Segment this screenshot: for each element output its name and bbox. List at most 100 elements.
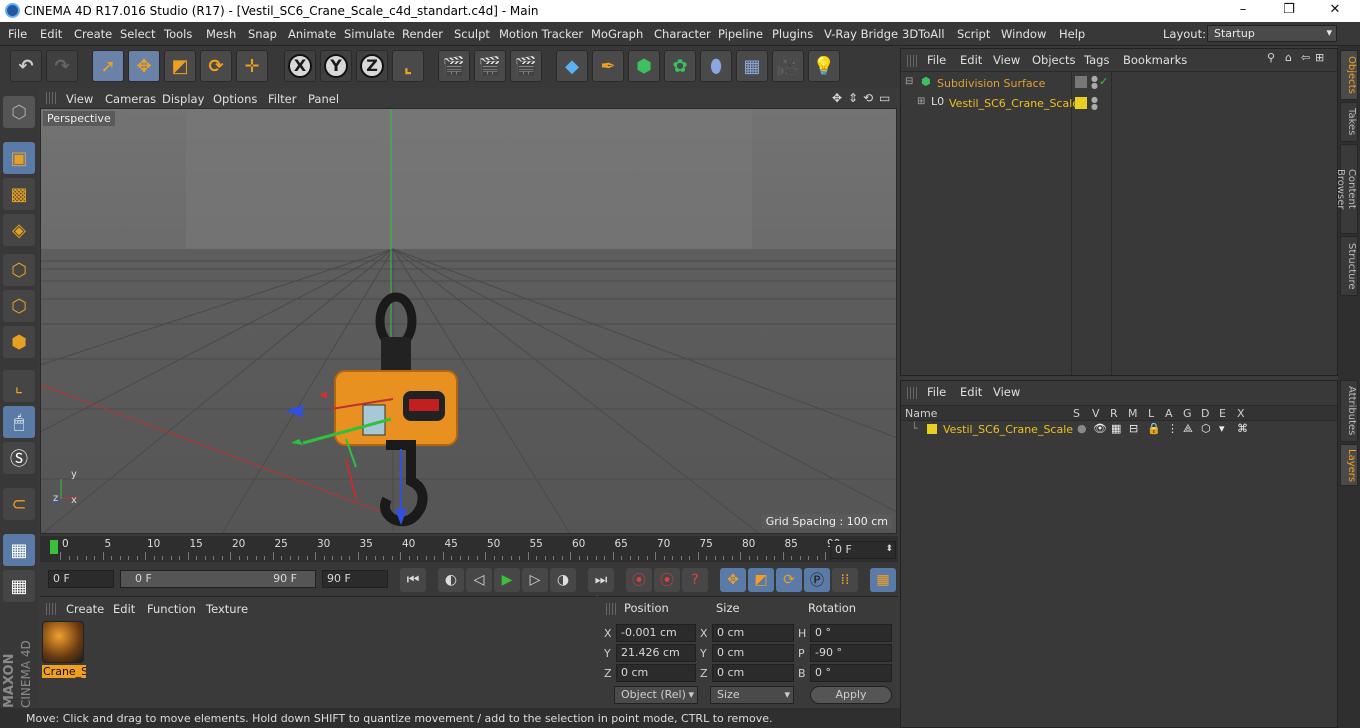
light-icon[interactable]: 💡: [808, 50, 840, 82]
previous-frame-icon[interactable]: ◁: [466, 568, 492, 592]
key-pla-icon[interactable]: ⁞⁞: [832, 568, 858, 592]
size-mode-select[interactable]: Size ▾: [710, 686, 794, 704]
lock-workplane-icon[interactable]: ▦: [3, 570, 35, 602]
layer-menu-file[interactable]: File: [927, 385, 946, 399]
solo-mode-icon[interactable]: Ⓢ: [3, 442, 35, 474]
menu-file[interactable]: File: [8, 27, 27, 41]
autokey-icon[interactable]: ⦿: [654, 568, 680, 592]
viewport-menu-panel[interactable]: Panel: [308, 92, 339, 106]
timeline-window-icon[interactable]: ▦: [870, 568, 896, 592]
menu-snap[interactable]: Snap: [248, 27, 277, 41]
column-deformers[interactable]: D: [1201, 407, 1209, 420]
column-manager[interactable]: M: [1128, 407, 1138, 420]
menu-simulate[interactable]: Simulate: [344, 27, 395, 41]
coordinate-system-icon[interactable]: ⌞: [392, 50, 424, 82]
menu-tools[interactable]: Tools: [164, 27, 192, 41]
menu-3dtoall[interactable]: 3DToAll: [902, 27, 945, 41]
subdivision-surface-icon[interactable]: ⬢: [628, 50, 660, 82]
close-button[interactable]: ✕: [1312, 0, 1358, 22]
object-menu-tags[interactable]: Tags: [1084, 53, 1109, 67]
points-mode-icon[interactable]: ⬡: [3, 254, 35, 286]
generator-icon[interactable]: ⟁: [1183, 422, 1193, 436]
pos-y-field[interactable]: 21.426 cm: [616, 644, 696, 662]
layer-icon[interactable]: [1075, 76, 1087, 88]
tab-takes[interactable]: Takes: [1340, 102, 1358, 142]
layout-select[interactable]: Startup ▾: [1207, 25, 1337, 42]
column-xref[interactable]: X: [1237, 407, 1245, 420]
menu-animate[interactable]: Animate: [288, 27, 336, 41]
material-menu-function[interactable]: Function: [147, 602, 196, 616]
go-to-end-icon[interactable]: ⏭: [588, 568, 614, 592]
viewport-menu-display[interactable]: Display: [162, 92, 204, 106]
current-frame-field[interactable]: 0 F ⬍: [830, 541, 896, 559]
pos-x-field[interactable]: -0.001 cm: [616, 624, 696, 642]
select-tool-icon[interactable]: ➚: [92, 50, 124, 82]
material-menu-create[interactable]: Create: [66, 602, 104, 616]
tab-content-browser[interactable]: Content Browser: [1335, 144, 1358, 234]
menu-vray-bridge[interactable]: V-Ray Bridge: [824, 27, 898, 41]
rot-b-field[interactable]: 0 °: [810, 664, 892, 682]
make-editable-icon[interactable]: ⬡: [3, 96, 35, 128]
start-frame-field[interactable]: 0 F: [48, 570, 114, 588]
rotate-tool-icon[interactable]: ⟳: [200, 50, 232, 82]
previous-key-icon[interactable]: ◐: [438, 568, 464, 592]
menu-render[interactable]: Render: [402, 27, 443, 41]
menu-edit[interactable]: Edit: [40, 27, 62, 41]
material-menu-texture[interactable]: Texture: [206, 602, 248, 616]
next-key-icon[interactable]: ◑: [550, 568, 576, 592]
size-y-field[interactable]: 0 cm: [712, 644, 794, 662]
menu-motion-tracker[interactable]: Motion Tracker: [499, 27, 583, 41]
column-expressions[interactable]: E: [1219, 407, 1226, 420]
material-menu-edit[interactable]: Edit: [113, 602, 135, 616]
expression-icon[interactable]: ▾: [1219, 422, 1225, 435]
deformer-icon[interactable]: ⬮: [700, 50, 732, 82]
apply-button[interactable]: Apply: [810, 686, 892, 704]
object-menu-objects[interactable]: Objects: [1032, 53, 1075, 67]
play-icon[interactable]: ▶: [494, 568, 520, 592]
layer-color-icon[interactable]: [1075, 97, 1087, 109]
key-parameter-icon[interactable]: Ⓟ: [804, 568, 830, 592]
cube-primitive-icon[interactable]: ◆: [556, 50, 588, 82]
home-icon[interactable]: ⌂: [1285, 51, 1292, 64]
deformer-icon[interactable]: ⬡: [1201, 422, 1211, 435]
column-locked[interactable]: L: [1148, 407, 1154, 420]
menu-character[interactable]: Character: [654, 27, 711, 41]
viewport-camera-label[interactable]: Perspective: [43, 111, 115, 126]
menu-plugins[interactable]: Plugins: [772, 27, 813, 41]
menu-mograph[interactable]: MoGraph: [591, 27, 643, 41]
3d-viewport[interactable]: Perspective y z x Grid Spacing : 100 cm: [40, 108, 897, 534]
tab-structure[interactable]: Structure: [1340, 236, 1358, 296]
enabled-check-icon[interactable]: ✓: [1099, 75, 1108, 88]
tweak-mode-icon[interactable]: 🖱: [3, 406, 35, 438]
column-generators[interactable]: G: [1183, 407, 1192, 420]
size-z-field[interactable]: 0 cm: [712, 664, 794, 682]
animation-icon[interactable]: ⋮: [1167, 422, 1178, 435]
visibility-dots-icon[interactable]: ● ●: [1091, 96, 1098, 111]
viewport-maximize-icon[interactable]: ▭: [879, 91, 890, 105]
tab-attributes[interactable]: Attributes: [1340, 380, 1358, 442]
menu-help[interactable]: Help: [1059, 27, 1085, 41]
expand-icon[interactable]: ⊞: [917, 96, 925, 107]
layer-row[interactable]: └ Vestil_SC6_Crane_Scale ● 👁 ▦ ⊟ 🔒 ⋮ ⟁ ⬡…: [901, 422, 1337, 438]
go-to-start-icon[interactable]: ⏮: [400, 568, 426, 592]
menu-pipeline[interactable]: Pipeline: [718, 27, 763, 41]
visibility-dots-icon[interactable]: ● ●: [1091, 75, 1098, 90]
layer-menu-edit[interactable]: Edit: [960, 385, 982, 399]
new-window-icon[interactable]: ⊞: [1315, 51, 1324, 64]
key-rotation-icon[interactable]: ⟳: [776, 568, 802, 592]
viewport-menu-filter[interactable]: Filter: [268, 92, 296, 106]
viewport-zoom-icon[interactable]: ⇕: [848, 91, 858, 105]
z-axis-lock-icon[interactable]: Z: [356, 50, 388, 82]
model-mode-icon[interactable]: ▣: [3, 142, 35, 174]
pen-spline-icon[interactable]: ✒: [592, 50, 624, 82]
object-menu-bookmarks[interactable]: Bookmarks: [1123, 53, 1187, 67]
x-axis-lock-icon[interactable]: X: [284, 50, 316, 82]
menu-sculpt[interactable]: Sculpt: [454, 27, 490, 41]
undo-icon[interactable]: ↶: [10, 50, 42, 82]
snap-icon[interactable]: ⊂: [3, 488, 35, 520]
layer-color-icon[interactable]: [927, 424, 937, 434]
workplane-mode-icon[interactable]: ◈: [3, 214, 35, 246]
pos-z-field[interactable]: 0 cm: [616, 664, 696, 682]
rot-h-field[interactable]: 0 °: [810, 624, 892, 642]
menu-mesh[interactable]: Mesh: [206, 27, 236, 41]
